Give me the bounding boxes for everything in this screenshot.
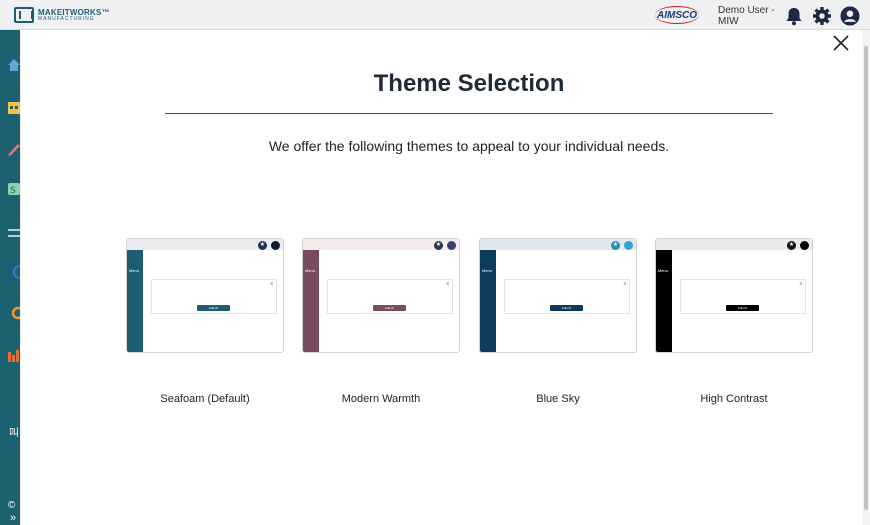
user-circle-icon[interactable]: [839, 6, 861, 26]
theme-card[interactable]: MenuxSubmit: [479, 238, 637, 353]
theme-preview-submit: Submit: [373, 305, 406, 311]
theme-preview-submit: Submit: [726, 305, 759, 311]
theme-preview-menu: Menu: [129, 268, 140, 273]
theme-label[interactable]: Seafoam (Default): [126, 393, 284, 405]
theme-color-dot: [624, 241, 633, 250]
expand-sidebar-icon[interactable]: »: [10, 512, 16, 524]
calendar-icon[interactable]: [8, 100, 20, 114]
transfer-icon[interactable]: [8, 226, 20, 240]
theme-color-dot: [447, 241, 456, 250]
theme-preview-submit: Submit: [197, 305, 230, 311]
bar-chart-icon[interactable]: [8, 348, 20, 362]
star-icon: [611, 241, 620, 250]
gear-icon[interactable]: [812, 6, 832, 26]
home-icon[interactable]: [8, 58, 20, 72]
side-nav: S 叫 © »: [0, 30, 20, 525]
logo-mark-icon: [14, 7, 34, 23]
sidebar-pin-icon[interactable]: 叫: [9, 424, 19, 439]
modal-subtitle: We offer the following themes to appeal …: [268, 138, 670, 154]
theme-preview-sidebar: Menu: [303, 250, 319, 352]
theme-card[interactable]: MenuxSubmit: [655, 238, 813, 353]
theme-preview-sidebar: Menu: [480, 250, 496, 352]
stack-icon[interactable]: S: [8, 182, 20, 196]
star-icon: [787, 241, 796, 250]
theme-preview-sidebar: Menu: [127, 250, 143, 352]
theme-label[interactable]: High Contrast: [655, 393, 813, 405]
modal-title: Theme Selection: [373, 70, 565, 97]
theme-color-dot: [800, 241, 809, 250]
theme-preview-menu: Menu: [305, 268, 316, 273]
theme-preview-menu: Menu: [482, 268, 493, 273]
clock-icon[interactable]: [8, 265, 20, 279]
logo-subtitle: MANUFACTURING: [38, 15, 95, 22]
theme-preview-sidebar: Menu: [656, 250, 672, 352]
refresh-icon[interactable]: [8, 306, 20, 320]
app-logo[interactable]: MAKEITWORKS™ MANUFACTURING: [14, 7, 110, 23]
theme-preview-submit: Submit: [550, 305, 583, 311]
modal-scrollbar-thumb[interactable]: [864, 46, 868, 510]
theme-label[interactable]: Blue Sky: [479, 393, 637, 405]
partner-logo: AIMSCO: [651, 6, 703, 24]
wrench-icon[interactable]: [8, 142, 20, 156]
user-name[interactable]: Demo User - MIW: [718, 5, 782, 27]
theme-label[interactable]: Modern Warmth: [302, 393, 460, 405]
star-icon: [258, 241, 267, 250]
bell-icon[interactable]: [784, 6, 804, 26]
title-divider: [165, 113, 773, 114]
top-header: MAKEITWORKS™ MANUFACTURING AIMSCO Demo U…: [0, 0, 870, 30]
copyright-icon[interactable]: ©: [8, 500, 15, 511]
theme-card[interactable]: MenuxSubmit: [302, 238, 460, 353]
star-icon: [434, 241, 443, 250]
theme-preview-menu: Menu: [658, 268, 669, 273]
svg-text:S: S: [10, 186, 16, 196]
theme-card[interactable]: MenuxSubmit: [126, 238, 284, 353]
theme-color-dot: [271, 241, 280, 250]
close-icon[interactable]: [832, 34, 850, 52]
